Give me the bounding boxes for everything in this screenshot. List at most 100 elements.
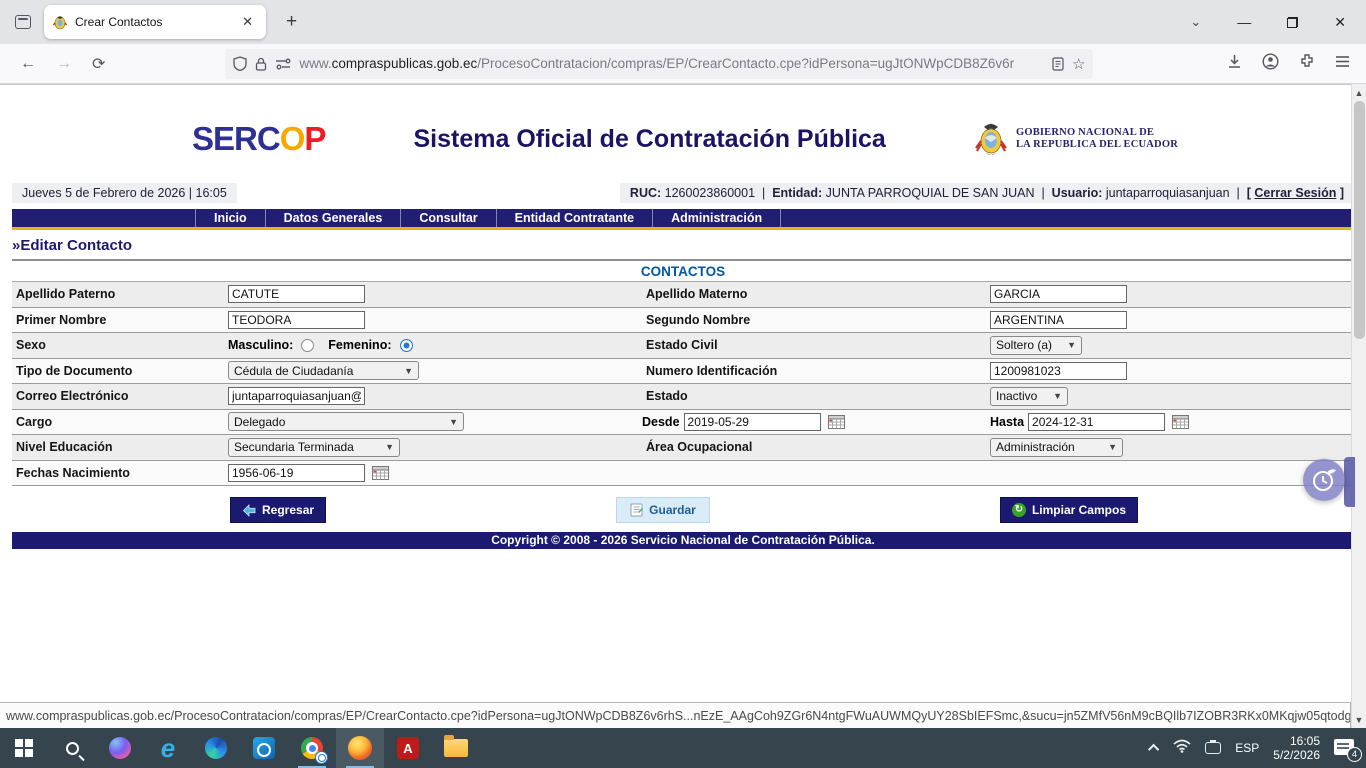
taskbar-internet-explorer-button[interactable]: e — [144, 728, 192, 768]
start-button[interactable] — [0, 728, 48, 768]
permissions-icon[interactable] — [275, 58, 291, 70]
femenino-radio[interactable] — [400, 339, 413, 352]
screen: Crear Contactos ✕ + ⌄ — ✕ ← → ⟳ www.comp… — [0, 0, 1366, 768]
extensions-icon[interactable] — [1299, 53, 1315, 74]
firefox-view-icon[interactable] — [8, 7, 38, 37]
scroll-down-arrow-icon[interactable]: ▼ — [1352, 711, 1366, 728]
tab-close-icon[interactable]: ✕ — [237, 12, 258, 32]
taskbar-edge-button[interactable] — [192, 728, 240, 768]
timer-widget[interactable] — [1303, 459, 1345, 501]
correo-input[interactable] — [228, 387, 365, 405]
notification-badge: 4 — [1347, 747, 1362, 762]
segundo-nombre-input[interactable] — [990, 311, 1127, 329]
account-icon[interactable] — [1262, 53, 1279, 75]
taskbar-copilot-button[interactable] — [96, 728, 144, 768]
contact-form: Apellido Paterno Apellido Materno Primer… — [12, 282, 1354, 486]
taskbar: e A ESP 16:05 5/2/2026 4 — [0, 728, 1366, 768]
info-bar: Jueves 5 de Febrero de 2026 | 16:05 RUC:… — [12, 183, 1354, 203]
downloads-icon[interactable] — [1227, 54, 1242, 74]
hasta-calendar-icon[interactable] — [1172, 415, 1189, 429]
gov-text-line2: LA REPUBLICA DEL ECUADOR — [1016, 139, 1178, 151]
estado-civil-select[interactable]: Soltero (a)▼ — [990, 336, 1082, 355]
close-window-button[interactable]: ✕ — [1334, 14, 1346, 31]
primer-nombre-input[interactable] — [228, 311, 365, 329]
form-row: Correo Electrónico Estado Inactivo▼ — [12, 384, 1354, 410]
acrobat-icon: A — [397, 737, 419, 759]
tray-expand-chevron-icon[interactable] — [1148, 744, 1159, 755]
notification-center-button[interactable]: 4 — [1334, 739, 1356, 757]
url-bar[interactable]: www.compraspublicas.gob.ec/ProcesoContra… — [225, 49, 1093, 79]
nivel-educacion-label: Nivel Educación — [12, 440, 228, 454]
taskbar-search-button[interactable] — [48, 728, 96, 768]
list-tabs-chevron-icon[interactable]: ⌄ — [1190, 14, 1201, 30]
nav-item-consultar[interactable]: Consultar — [400, 209, 495, 227]
chevron-down-icon: ▼ — [404, 366, 413, 376]
nav-item-entidad-contratante[interactable]: Entidad Contratante — [496, 209, 652, 227]
clean-fields-icon: ↻ — [1012, 503, 1026, 517]
touch-keyboard-icon[interactable] — [1205, 742, 1221, 754]
apellido-paterno-input[interactable] — [228, 285, 365, 303]
form-row: Primer Nombre Segundo Nombre — [12, 308, 1354, 334]
numero-identificacion-label: Numero Identificación — [642, 364, 990, 378]
back-button[interactable]: ← — [10, 51, 46, 77]
vertical-scrollbar[interactable]: ▲ ▼ — [1351, 84, 1366, 728]
area-ocupacional-select[interactable]: Administración▼ — [990, 438, 1123, 457]
reload-button[interactable]: ⟳ — [82, 50, 115, 78]
tray-time: 16:05 — [1273, 734, 1320, 748]
nav-item-administracion[interactable]: Administración — [652, 209, 781, 227]
desde-calendar-icon[interactable] — [828, 415, 845, 429]
limpiar-campos-button[interactable]: ↻ Limpiar Campos — [1000, 497, 1138, 523]
new-tab-button[interactable]: + — [278, 11, 305, 33]
internet-explorer-icon: e — [161, 737, 175, 759]
widget-edge-tab[interactable] — [1344, 457, 1355, 507]
primer-nombre-label: Primer Nombre — [12, 313, 228, 327]
search-icon — [66, 742, 79, 755]
forward-button[interactable]: → — [46, 51, 82, 77]
wifi-icon[interactable] — [1173, 739, 1191, 758]
logout-link[interactable]: [ Cerrar Sesión ] — [1247, 186, 1344, 200]
tipo-documento-label: Tipo de Documento — [12, 364, 228, 378]
tray-date: 5/2/2026 — [1273, 748, 1320, 762]
firefox-icon — [348, 736, 372, 760]
masculino-radio[interactable] — [301, 339, 314, 352]
chevron-down-icon: ▼ — [1067, 340, 1076, 350]
taskbar-acrobat-button[interactable]: A — [384, 728, 432, 768]
numero-identificacion-input[interactable] — [990, 362, 1127, 380]
nav-item-datos-generales[interactable]: Datos Generales — [265, 209, 401, 227]
guardar-button[interactable]: Guardar — [616, 497, 710, 523]
fecha-nacimiento-calendar-icon[interactable] — [372, 466, 389, 480]
chevron-down-icon: ▼ — [1053, 391, 1062, 401]
desde-input[interactable] — [684, 413, 821, 431]
lock-icon[interactable] — [255, 57, 267, 71]
sexo-label: Sexo — [12, 338, 228, 352]
tipo-documento-select[interactable]: Cédula de Ciudadanía▼ — [228, 361, 419, 380]
nivel-educacion-select[interactable]: Secundaria Terminada▼ — [228, 438, 400, 457]
taskbar-explorer-button[interactable] — [432, 728, 480, 768]
taskbar-outlook-button[interactable] — [240, 728, 288, 768]
fecha-nacimiento-input[interactable] — [228, 464, 365, 482]
taskbar-chrome-button[interactable] — [288, 728, 336, 768]
reader-view-icon[interactable] — [1052, 57, 1064, 71]
regresar-button[interactable]: Regresar — [230, 497, 326, 523]
form-row: Fechas Nacimiento — [12, 461, 1354, 487]
chevron-down-icon: ▼ — [385, 442, 394, 452]
menu-icon[interactable] — [1335, 55, 1350, 73]
restore-button[interactable] — [1287, 17, 1298, 28]
language-indicator[interactable]: ESP — [1235, 741, 1259, 755]
estado-label: Estado — [642, 389, 990, 403]
scrollbar-thumb[interactable] — [1354, 101, 1365, 339]
hasta-input[interactable] — [1028, 413, 1165, 431]
apellido-materno-input[interactable] — [990, 285, 1127, 303]
clock[interactable]: 16:05 5/2/2026 — [1273, 734, 1320, 762]
estado-select[interactable]: Inactivo▼ — [990, 387, 1068, 406]
edge-icon — [205, 737, 227, 759]
minimize-button[interactable]: — — [1237, 14, 1251, 30]
cargo-select[interactable]: Delegado▼ — [228, 412, 464, 431]
shield-icon[interactable] — [233, 56, 247, 71]
bookmark-star-icon[interactable]: ☆ — [1072, 55, 1085, 73]
scroll-up-arrow-icon[interactable]: ▲ — [1352, 84, 1366, 101]
taskbar-firefox-button[interactable] — [336, 728, 384, 768]
browser-tab[interactable]: Crear Contactos ✕ — [44, 5, 266, 39]
url-text[interactable]: www.compraspublicas.gob.ec/ProcesoContra… — [299, 56, 1044, 71]
nav-item-inicio[interactable]: Inicio — [195, 209, 265, 227]
